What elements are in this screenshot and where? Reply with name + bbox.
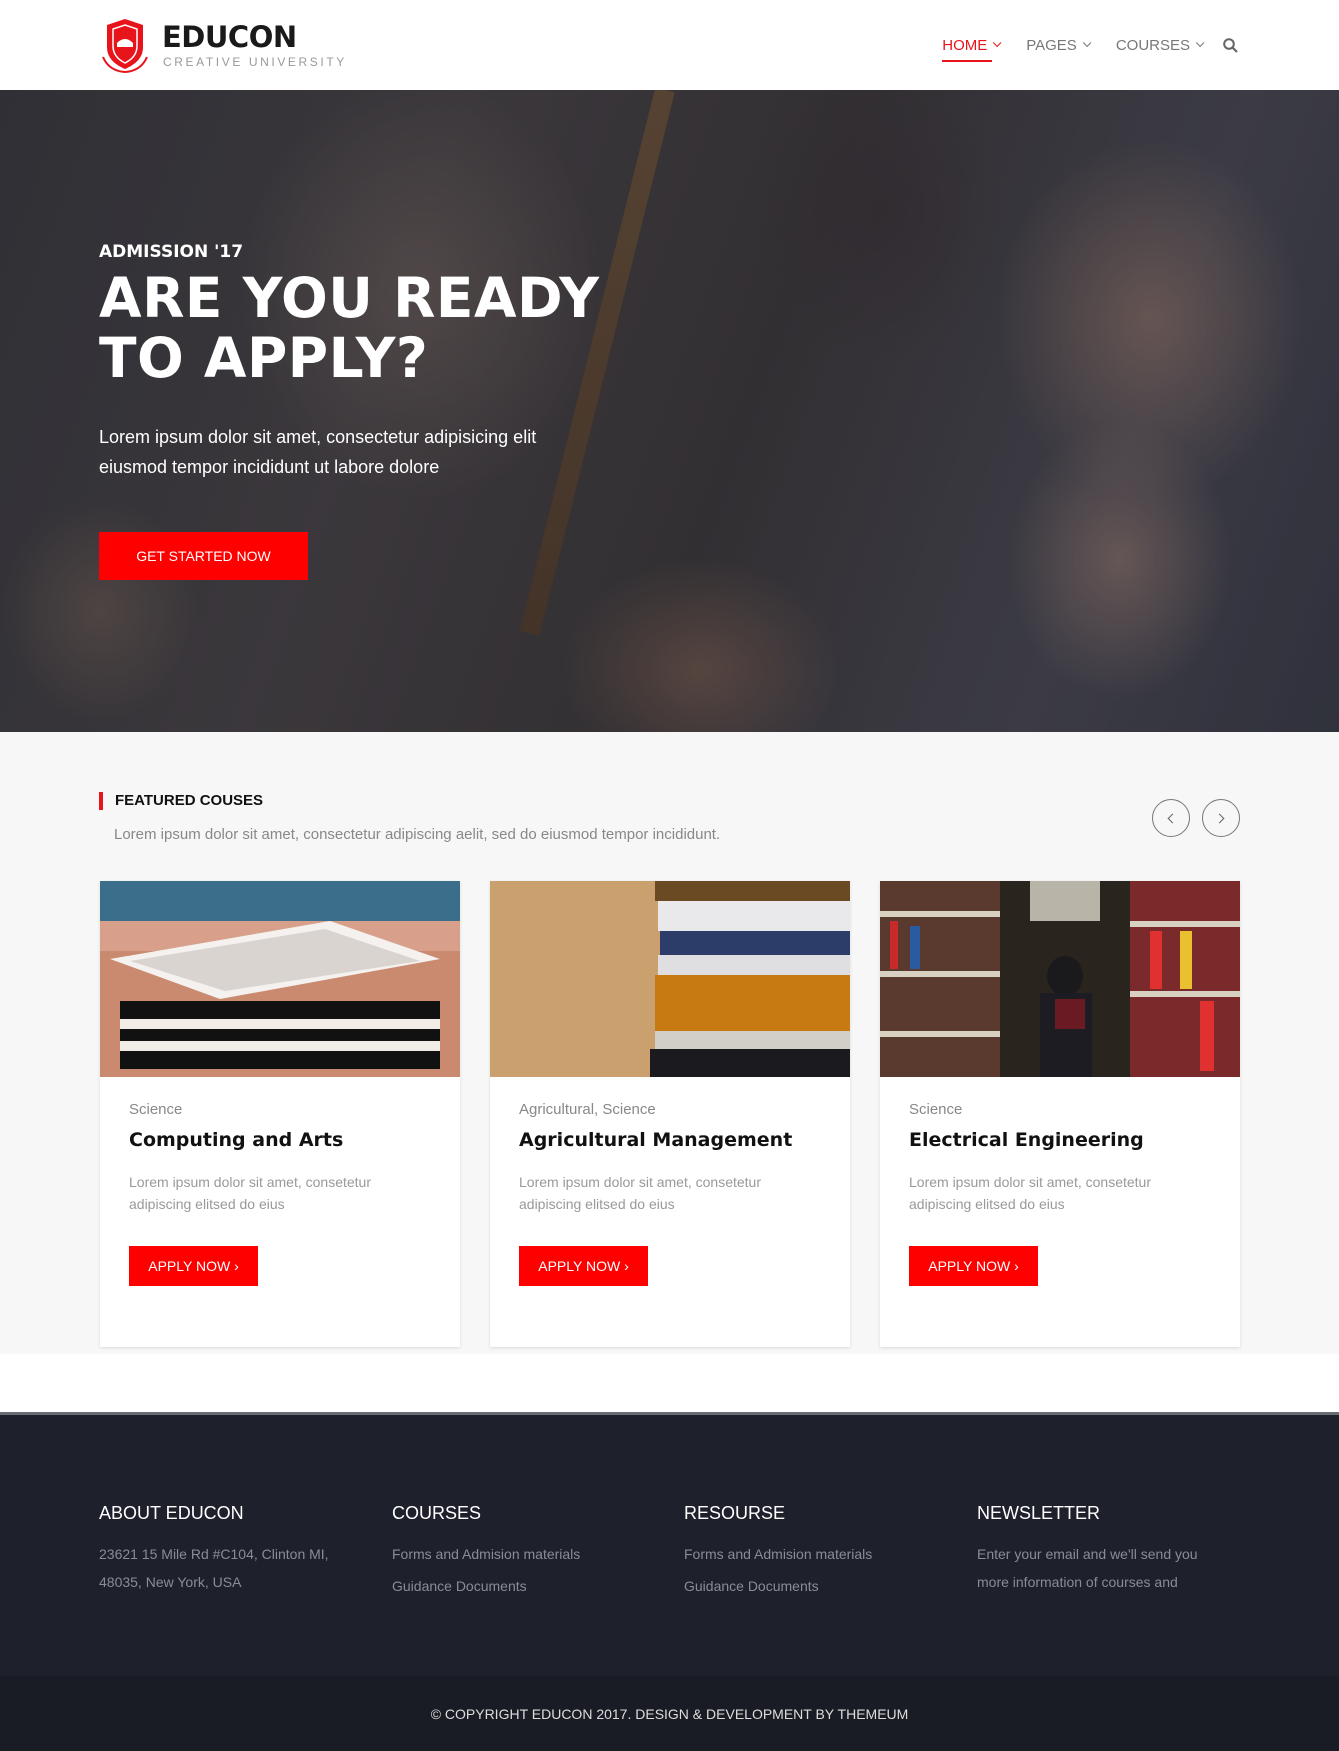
footer-heading: COURSES <box>392 1503 482 1523</box>
featured-courses-section: FEATURED COUSES Lorem ipsum dolor sit am… <box>0 732 1339 1354</box>
hero-overlay <box>0 90 1339 732</box>
course-description: Lorem ipsum dolor sit amet, consetetur a… <box>519 1174 761 1212</box>
course-description: Lorem ipsum dolor sit amet, consetetur a… <box>129 1174 371 1212</box>
section-title: FEATURED COUSES <box>99 792 263 810</box>
nav-item-label: HOME <box>942 36 988 54</box>
chevron-left-icon <box>1167 813 1178 823</box>
footer-link[interactable]: Forms and Admision materials <box>684 1540 944 1568</box>
chevron-down-icon <box>993 38 1002 48</box>
section-subtitle: Lorem ipsum dolor sit amet, consectetur … <box>114 826 721 843</box>
search-icon[interactable] <box>1221 36 1239 54</box>
course-title[interactable]: Computing and Arts <box>129 1129 343 1151</box>
footer-about: ABOUT EDUCON 23621 15 Mile Rd #C104, Cli… <box>99 1503 359 1596</box>
course-image <box>880 881 1240 1077</box>
course-image <box>490 881 850 1077</box>
nav-item-label: COURSES <box>1115 36 1190 54</box>
carousel-next-button[interactable] <box>1202 799 1240 837</box>
nav-item-pages[interactable]: PAGES <box>1026 0 1092 90</box>
brand-name: EDUCON <box>162 20 297 54</box>
brand-tagline: CREATIVE UNIVERSITY <box>163 55 347 69</box>
main-nav: HOME PAGES COURSES <box>914 0 1239 90</box>
footer-resource: RESOURSE Forms and Admision materials Gu… <box>684 1503 944 1604</box>
hero-title: ARE YOU READY TO APPLY? <box>99 266 600 390</box>
course-description: Lorem ipsum dolor sit amet, consetetur a… <box>909 1174 1151 1212</box>
apply-now-button[interactable]: APPLY NOW › <box>129 1246 258 1286</box>
footer-heading: ABOUT EDUCON <box>99 1503 244 1523</box>
footer-link[interactable]: Forms and Admision materials <box>392 1540 652 1568</box>
footer-address-line: 48035, New York, USA <box>99 1574 242 1590</box>
logo[interactable]: EDUCON CREATIVE UNIVERSITY <box>99 17 359 73</box>
course-card[interactable]: Science Computing and Arts Lorem ipsum d… <box>100 881 460 1347</box>
course-card[interactable]: Agricultural, Science Agricultural Manag… <box>490 881 850 1347</box>
apply-now-button[interactable]: APPLY NOW › <box>909 1246 1038 1286</box>
chevron-down-icon <box>1082 38 1092 48</box>
newsletter-text: Enter your email and we'll send you more… <box>977 1546 1198 1590</box>
site-header: EDUCON CREATIVE UNIVERSITY HOME PAGES CO… <box>0 0 1339 90</box>
course-category: Science <box>909 1101 963 1118</box>
copyright-bar: © COPYRIGHT EDUCON 2017. DESIGN & DEVELO… <box>0 1676 1339 1751</box>
footer-newsletter: NEWSLETTER Enter your email and we'll se… <box>977 1503 1227 1596</box>
nav-item-label: PAGES <box>1026 36 1077 54</box>
hero-text: Lorem ipsum dolor sit amet, consectetur … <box>99 427 537 477</box>
footer-link[interactable]: Guidance Documents <box>684 1572 944 1600</box>
get-started-button[interactable]: GET STARTED NOW <box>99 532 308 580</box>
copyright-text: © COPYRIGHT EDUCON 2017. DESIGN & DEVELO… <box>430 1705 909 1722</box>
chevron-right-icon <box>1214 813 1225 823</box>
chevron-down-icon <box>1195 38 1205 48</box>
apply-now-button[interactable]: APPLY NOW › <box>519 1246 648 1286</box>
shield-logo-icon <box>102 19 148 73</box>
course-title[interactable]: Agricultural Management <box>519 1129 792 1151</box>
course-image <box>100 881 460 1077</box>
footer-heading: NEWSLETTER <box>977 1503 1101 1523</box>
footer-courses: COURSES Forms and Admision materials Gui… <box>392 1503 652 1604</box>
course-card[interactable]: Science Electrical Engineering Lorem ips… <box>880 881 1240 1347</box>
hero-kicker: ADMISSION '17 <box>99 242 244 262</box>
footer-address-line: 23621 15 Mile Rd #C104, Clinton MI, <box>99 1546 329 1562</box>
hero-banner: ADMISSION '17 ARE YOU READY TO APPLY? Lo… <box>0 90 1339 732</box>
footer-heading: RESOURSE <box>684 1503 786 1523</box>
nav-item-courses[interactable]: COURSES <box>1115 0 1205 90</box>
course-category: Science <box>129 1101 183 1118</box>
carousel-prev-button[interactable] <box>1152 799 1190 837</box>
footer-link[interactable]: Guidance Documents <box>392 1572 652 1600</box>
course-category: Agricultural, Science <box>519 1101 656 1118</box>
course-title[interactable]: Electrical Engineering <box>909 1129 1144 1151</box>
nav-item-home[interactable]: HOME <box>942 0 1002 90</box>
site-footer: ABOUT EDUCON 23621 15 Mile Rd #C104, Cli… <box>0 1412 1339 1751</box>
